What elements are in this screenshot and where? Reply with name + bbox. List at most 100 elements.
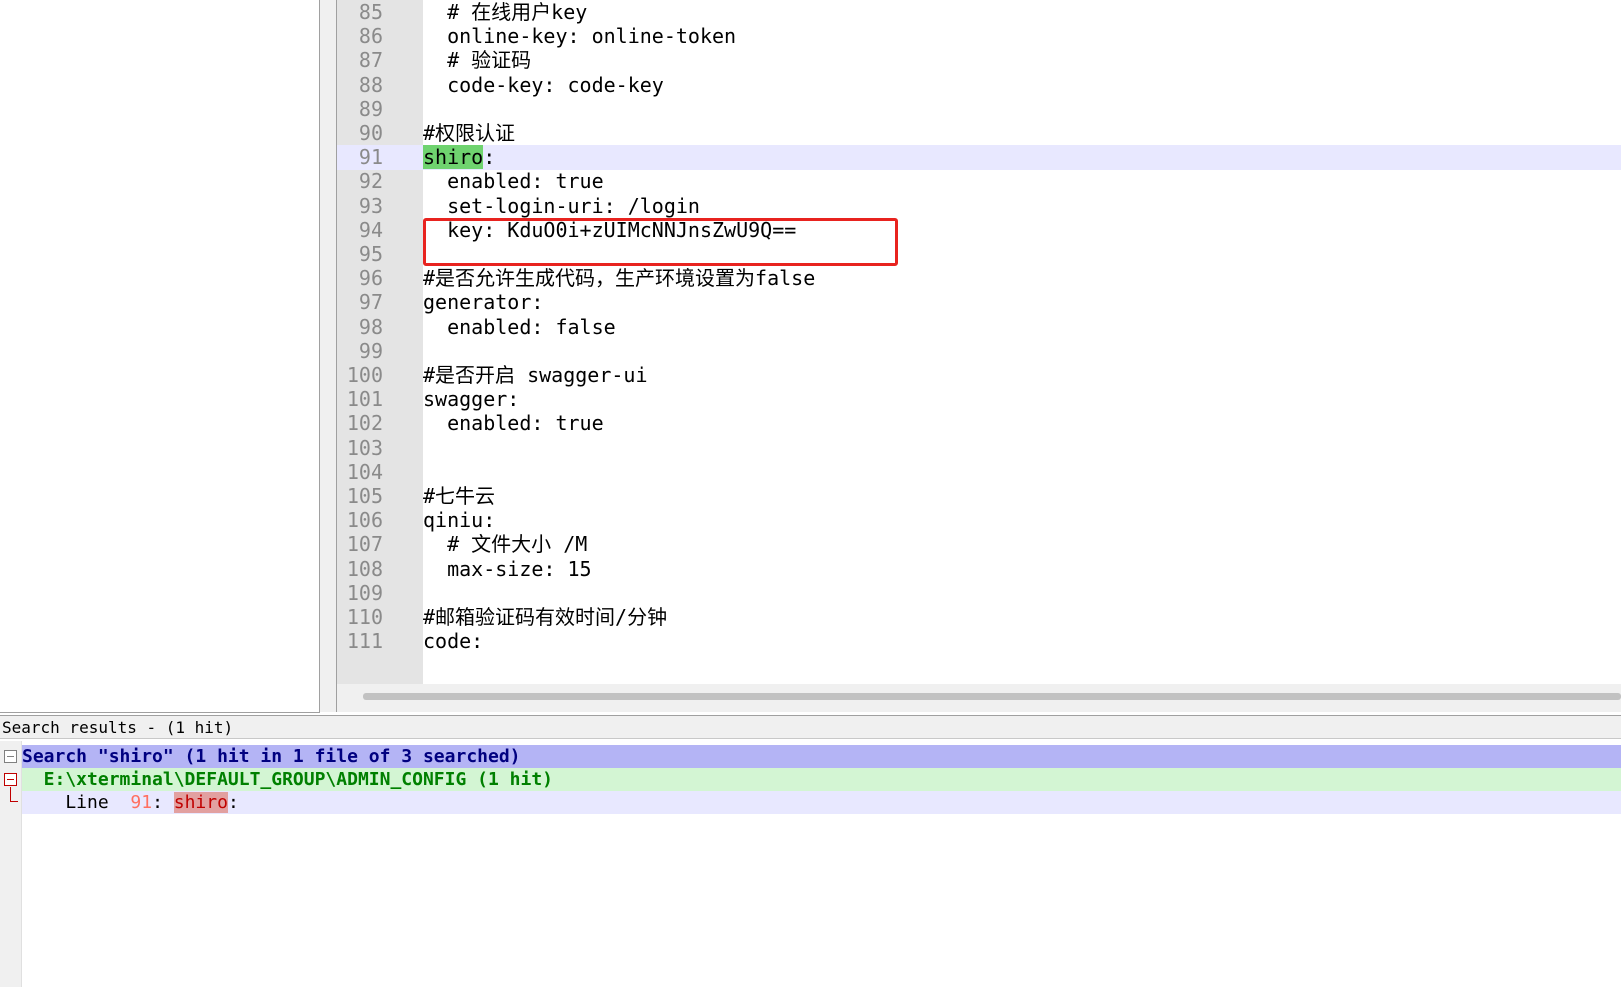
line-text: key: KduO0i+zUIMcNNJnsZwU9Q== — [423, 217, 797, 242]
line-code: #七牛云 — [423, 484, 495, 509]
line-code: shiro: — [423, 145, 495, 170]
line-text: generator: — [423, 290, 544, 315]
line-code: #是否开启 swagger-ui — [423, 363, 648, 388]
editor-line[interactable]: 85 # 在线用户key — [337, 0, 1621, 25]
line-number: 90 — [358, 121, 383, 145]
editor-line[interactable]: 111 code: — [337, 629, 1621, 654]
line-code: # 文件大小 /M — [423, 532, 587, 557]
editor-line[interactable]: 102 enabled: true — [337, 411, 1621, 436]
line-code: #邮箱验证码有效时间/分钟 — [423, 605, 667, 630]
line-number: 89 — [358, 96, 383, 121]
editor-line[interactable]: 91 shiro: — [337, 145, 1621, 171]
line-text: #权限认证 — [423, 121, 516, 145]
line-number: 102 — [346, 411, 383, 436]
editor-line[interactable]: 101 swagger: — [337, 387, 1621, 412]
line-text: set-login-uri: /login — [423, 193, 700, 218]
editor-line[interactable]: 90 #权限认证 — [337, 121, 1621, 146]
line-number: 97 — [358, 290, 383, 315]
line-number: 107 — [346, 532, 383, 557]
editor-line[interactable]: 103 — [337, 436, 1621, 461]
line-code: max-size: 15 — [423, 557, 592, 582]
line-number: 104 — [346, 459, 383, 484]
code-editor[interactable]: 85 # 在线用户key 86 online-key: online-token 8… — [337, 0, 1621, 684]
line-number: 88 — [358, 72, 383, 97]
line-code: key: KduO0i+zUIMcNNJnsZwU9Q== — [423, 218, 796, 243]
editor-line[interactable]: 97 generator: — [337, 290, 1621, 315]
line-number: 108 — [346, 556, 383, 581]
line-text: code: — [423, 629, 484, 654]
editor-line[interactable]: 88 code-key: code-key — [337, 73, 1621, 98]
line-code: enabled: true — [423, 411, 604, 436]
collapse-search-icon[interactable] — [4, 750, 17, 763]
line-number: 110 — [346, 605, 383, 629]
editor-line[interactable]: 98 enabled: false — [337, 315, 1621, 340]
hit-separator: : — [152, 792, 174, 813]
editor-line[interactable]: 89 — [337, 97, 1621, 122]
editor-line[interactable]: 110 #邮箱验证码有效时间/分钟 — [337, 605, 1621, 630]
editor-line[interactable]: 87 # 验证码 — [337, 48, 1621, 73]
search-header-row[interactable]: Search "shiro" (1 hit in 1 file of 3 sea… — [22, 745, 1621, 768]
line-code: # 在线用户key — [423, 0, 587, 25]
editor-line[interactable]: 95 — [337, 242, 1621, 267]
editor-line[interactable]: 96 #是否允许生成代码，生产环境设置为false — [337, 266, 1621, 291]
line-text: enabled: false — [423, 314, 616, 339]
line-number: 101 — [346, 387, 383, 412]
editor-line[interactable]: 93 set-login-uri: /login — [337, 194, 1621, 219]
line-number: 105 — [346, 484, 383, 508]
search-match-highlight: shiro — [423, 145, 484, 170]
line-code: qiniu: — [423, 508, 495, 533]
line-text: # 文件大小 /M — [423, 532, 588, 557]
hit-suffix: : — [227, 792, 239, 813]
line-number: 87 — [358, 48, 383, 73]
hit-match-text: shiro — [173, 792, 228, 813]
line-code: enabled: false — [423, 315, 616, 340]
line-number: 85 — [358, 0, 383, 24]
editor-line[interactable]: 106 qiniu: — [337, 508, 1621, 533]
editor-line[interactable]: 86 online-key: online-token — [337, 24, 1621, 49]
editor-line[interactable]: 100 #是否开启 swagger-ui — [337, 363, 1621, 388]
line-code: #权限认证 — [423, 121, 515, 146]
editor-line[interactable]: 105 #七牛云 — [337, 484, 1621, 509]
line-number: 103 — [346, 435, 383, 460]
line-text: #邮箱验证码有效时间/分钟 — [423, 605, 668, 629]
editor-line[interactable]: 92 enabled: true — [337, 169, 1621, 194]
left-side-panel[interactable] — [0, 0, 320, 713]
line-text: #七牛云 — [423, 484, 496, 508]
editor-line[interactable]: 104 — [337, 460, 1621, 485]
hit-prefix: Line — [22, 792, 131, 813]
search-results-title: Search results - (1 hit) — [0, 715, 1621, 739]
line-code: # 验证码 — [423, 48, 531, 73]
fold-tree-end — [10, 801, 18, 802]
horizontal-scrollbar[interactable] — [337, 684, 1621, 712]
line-number: 98 — [358, 314, 383, 339]
line-number: 92 — [358, 169, 383, 194]
editor-line[interactable]: 108 max-size: 15 — [337, 557, 1621, 582]
line-text: #是否允许生成代码，生产环境设置为false — [423, 266, 816, 291]
line-text: enabled: true — [423, 411, 604, 436]
editor-line[interactable]: 94 key: KduO0i+zUIMcNNJnsZwU9Q== — [337, 218, 1621, 243]
search-results-panel[interactable]: Search "shiro" (1 hit in 1 file of 3 sea… — [0, 741, 1621, 987]
line-number: 100 — [346, 363, 383, 387]
line-text: swagger: — [423, 387, 520, 412]
editor-line[interactable]: 107 # 文件大小 /M — [337, 532, 1621, 557]
editor-line[interactable]: 109 — [337, 581, 1621, 606]
line-number: 94 — [358, 217, 383, 242]
line-number: 111 — [346, 629, 383, 654]
notepad-window: 85 # 在线用户key 86 online-key: online-token 8… — [0, 0, 1621, 987]
line-text: # 在线用户key — [423, 0, 588, 24]
panel-splitter[interactable] — [320, 0, 337, 712]
line-text: online-key: online-token — [423, 24, 737, 49]
line-text: # 验证码 — [423, 48, 532, 73]
collapse-file-icon[interactable] — [4, 773, 17, 786]
line-text: enabled: true — [423, 169, 604, 194]
editor-line[interactable]: 99 — [337, 339, 1621, 364]
line-number: 109 — [346, 580, 383, 605]
scrollbar-thumb[interactable] — [363, 693, 1621, 700]
hit-line-number: 91 — [130, 792, 153, 813]
line-code: swagger: — [423, 387, 519, 412]
search-hit-row[interactable]: Line 91: shiro: — [22, 791, 1621, 814]
line-code: online-key: online-token — [423, 24, 736, 49]
line-text: : — [483, 145, 496, 170]
line-number: 86 — [358, 24, 383, 49]
search-file-row[interactable]: E:\xterminal\DEFAULT_GROUP\ADMIN_CONFIG … — [22, 768, 1621, 791]
